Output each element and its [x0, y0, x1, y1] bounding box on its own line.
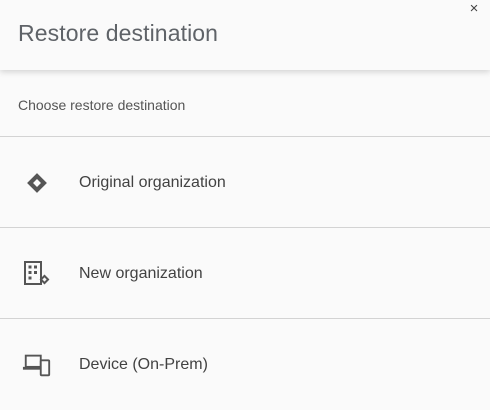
dialog-header: Restore destination ×: [0, 0, 490, 70]
option-new-organization[interactable]: New organization: [0, 228, 490, 319]
subtitle-section: Choose restore destination: [0, 70, 490, 137]
option-device-on-prem[interactable]: Device (On-Prem): [0, 319, 490, 409]
devices-icon: [22, 351, 52, 379]
dialog-title: Restore destination: [18, 20, 219, 46]
option-label: Original organization: [79, 174, 226, 191]
dialog-subtitle: Choose restore destination: [18, 97, 186, 113]
building-icon: [22, 260, 52, 288]
option-label: Device (On-Prem): [79, 356, 208, 373]
option-original-organization[interactable]: Original organization: [0, 137, 490, 228]
option-label: New organization: [79, 265, 203, 282]
restore-destination-dialog: Restore destination × Choose restore des…: [0, 0, 490, 410]
close-icon[interactable]: ×: [467, 1, 481, 16]
diamond-icon: [22, 169, 52, 197]
